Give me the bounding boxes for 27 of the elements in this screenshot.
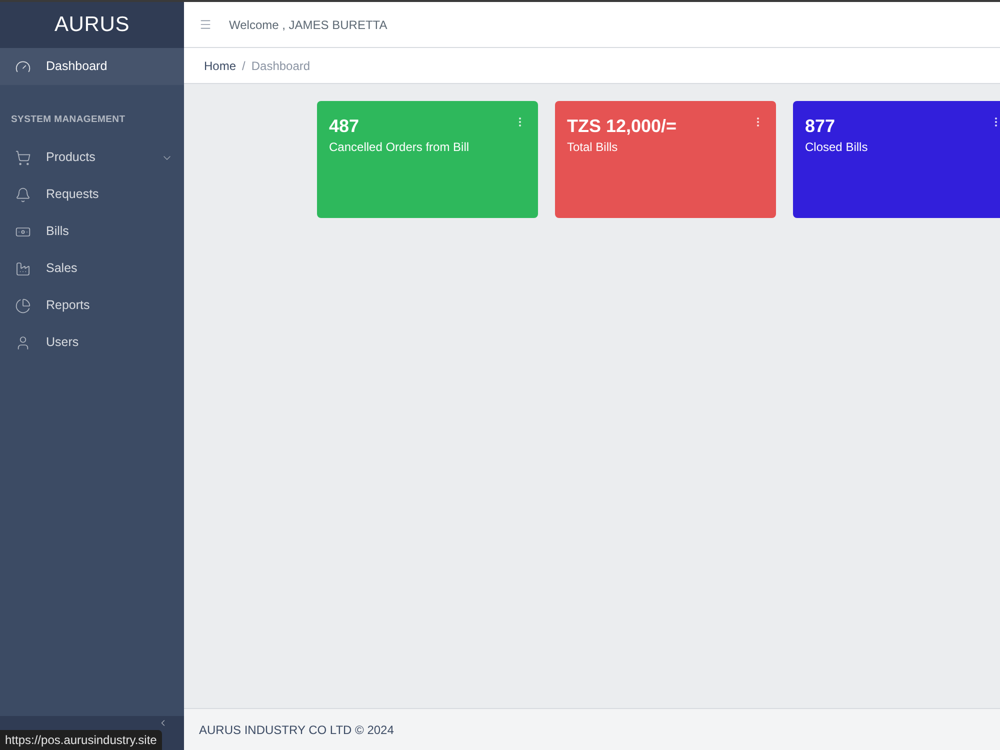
sidebar-item[interactable]: Requests — [0, 176, 184, 213]
bell-icon — [15, 186, 31, 202]
menu-icon[interactable] — [199, 18, 212, 31]
sidebar-item[interactable]: Reports — [0, 287, 184, 324]
brand-logo: AURUS — [54, 12, 130, 38]
footer-text: AURUS INDUSTRY CO LTD © 2024 — [199, 722, 394, 738]
sidebar-item[interactable]: Users — [0, 324, 184, 361]
sidebar-item[interactable]: Dashboard — [0, 48, 184, 85]
user-icon — [15, 334, 31, 350]
factory-icon — [15, 260, 31, 276]
pie-chart-icon — [15, 298, 31, 314]
gauge-icon — [15, 58, 31, 74]
url-tooltip: https://pos.aurusindustry.site — [0, 730, 162, 750]
stat-value: 877 — [805, 115, 836, 137]
stat-value: TZS 12,000/= — [567, 115, 677, 137]
stat-value: 487 — [329, 115, 360, 137]
section-title: SYSTEM MANAGEMENT — [11, 114, 126, 125]
cart-icon — [15, 150, 31, 166]
sidebar-item[interactable]: Bills — [0, 213, 184, 250]
breadcrumb-separator: / — [242, 58, 246, 74]
stat-label: Closed Bills — [805, 139, 868, 156]
sidebar-item[interactable]: Products — [0, 139, 184, 176]
sidebar-item[interactable]: Sales — [0, 250, 184, 287]
stat-label: Total Bills — [567, 139, 618, 156]
stat-label: Cancelled Orders from Bill — [329, 139, 470, 156]
welcome-text: Welcome , JAMES BURETTA — [229, 16, 388, 34]
breadcrumb-link[interactable]: Home — [204, 56, 236, 74]
